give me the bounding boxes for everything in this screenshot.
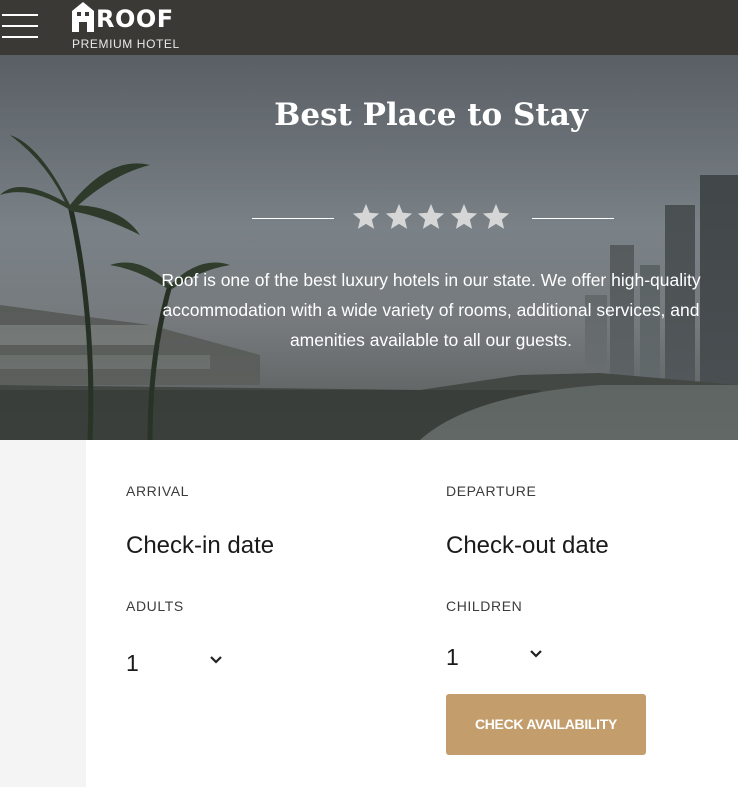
hero-title: Best Place to Stay xyxy=(274,97,588,133)
star-icon xyxy=(417,203,445,229)
check-in-date-field[interactable]: Check-in date xyxy=(126,532,274,560)
adults-select-value: 1 xyxy=(126,650,139,676)
chevron-down-icon xyxy=(210,656,222,664)
building-logo-icon xyxy=(72,2,94,32)
check-availability-button[interactable]: CHECK AVAILABILITY xyxy=(446,694,646,755)
check-out-date-field[interactable]: Check-out date xyxy=(446,532,609,560)
chevron-down-icon xyxy=(530,650,542,658)
site-header: ROOF PREMIUM HOTEL xyxy=(0,0,738,55)
children-select[interactable]: 1 xyxy=(446,642,542,672)
adults-label: ADULTS xyxy=(126,598,184,614)
departure-label: DEPARTURE xyxy=(446,483,537,499)
side-panel xyxy=(0,440,86,787)
hamburger-menu-icon[interactable] xyxy=(2,14,38,40)
hero-section: Best Place to Stay Roof is one of the be… xyxy=(0,55,738,440)
arrival-label: ARRIVAL xyxy=(126,483,190,499)
divider-line-right xyxy=(532,218,614,219)
divider-line-left xyxy=(252,218,334,219)
logo-name: ROOF xyxy=(96,5,174,33)
star-rating xyxy=(351,202,513,232)
logo-tagline: PREMIUM HOTEL xyxy=(72,37,180,51)
star-icon xyxy=(450,203,477,229)
star-icon xyxy=(385,203,412,229)
children-select-value: 1 xyxy=(446,644,459,670)
logo[interactable]: ROOF PREMIUM HOTEL xyxy=(72,2,192,52)
star-icon xyxy=(352,203,380,229)
children-label: CHILDREN xyxy=(446,598,523,614)
hero-description: Roof is one of the best luxury hotels in… xyxy=(161,270,701,350)
star-icon xyxy=(482,203,510,229)
adults-select[interactable]: 1 xyxy=(126,648,222,678)
